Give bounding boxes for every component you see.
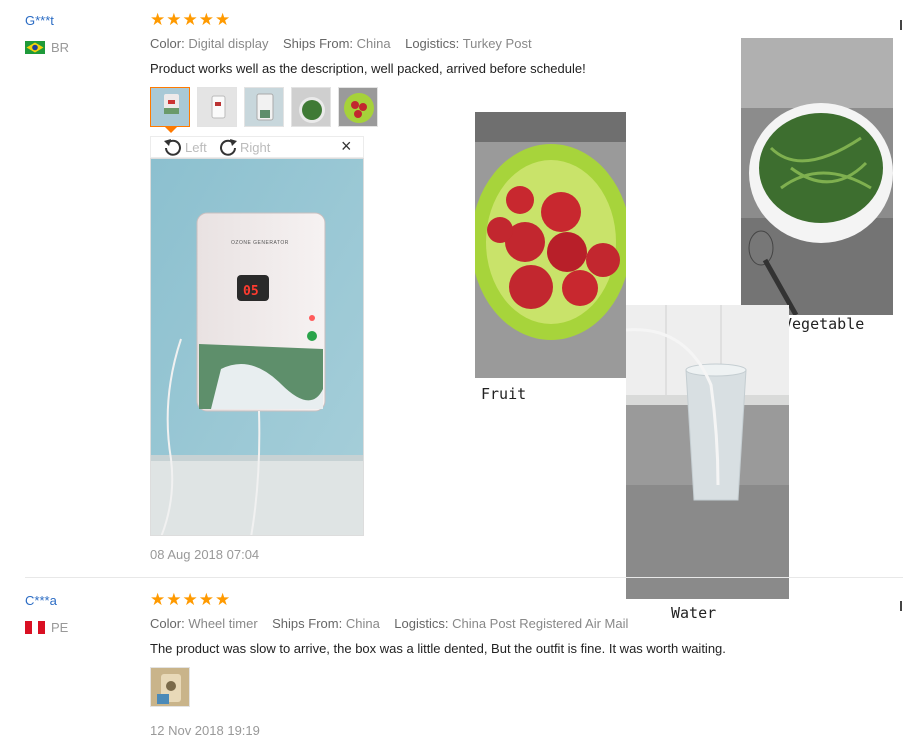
fruit-photo <box>475 112 626 378</box>
review-photo-thumb[interactable] <box>150 667 190 707</box>
selected-thumb-pointer <box>164 126 178 133</box>
fruit-caption: Fruit <box>481 385 527 403</box>
review-text: Product works well as the description, w… <box>150 61 586 76</box>
logistics-value: China Post Registered Air Mail <box>452 616 629 631</box>
peru-flag-icon <box>25 621 45 635</box>
photo-viewer-toolbar: Left Right × <box>150 136 364 158</box>
vegetable-photo <box>741 38 893 315</box>
rotate-right-button[interactable]: Right <box>240 140 270 155</box>
review-photo-thumb[interactable] <box>291 87 331 127</box>
review-photo-thumb[interactable] <box>244 87 284 127</box>
reviewer-country: PE <box>25 619 68 637</box>
color-value: Wheel timer <box>188 616 258 631</box>
ships-from-label: Ships From: <box>272 616 343 631</box>
brazil-flag-icon <box>25 41 45 55</box>
logistics-label: Logistics: <box>405 36 460 51</box>
water-caption: Water <box>671 604 717 622</box>
close-viewer-button[interactable]: × <box>341 136 352 157</box>
color-label: Color: <box>150 36 185 51</box>
reviewer-country: BR <box>25 39 69 57</box>
review-divider <box>25 577 903 578</box>
ships-from-value: China <box>345 616 380 631</box>
star-rating: ★★★★★ <box>150 590 232 609</box>
country-code: BR <box>51 40 70 55</box>
star-rating: ★★★★★ <box>150 10 232 29</box>
review-photo-thumb[interactable] <box>338 87 378 127</box>
review-text: The product was slow to arrive, the box … <box>150 641 726 656</box>
vegetable-caption: Vegetable <box>783 315 865 333</box>
order-attributes: Color: Wheel timer Ships From: China Log… <box>150 616 628 631</box>
device-brand-label: OZONE GENERATOR <box>231 240 289 246</box>
review-date: 12 Nov 2018 19:19 <box>150 723 260 738</box>
review-date: 08 Aug 2018 07:04 <box>150 547 260 562</box>
rotate-left-button[interactable]: Left <box>185 140 207 155</box>
logistics-label: Logistics: <box>394 616 449 631</box>
reviewer-name[interactable]: G***t <box>25 13 54 28</box>
order-attributes: Color: Digital display Ships From: China… <box>150 36 532 51</box>
review-photo-thumb[interactable] <box>197 87 237 127</box>
scroll-marker <box>900 20 902 30</box>
country-code: PE <box>51 620 69 635</box>
device-display-digits: 05 <box>243 284 259 299</box>
enlarged-review-photo: OZONE GENERATOR 05 <box>150 158 364 536</box>
color-label: Color: <box>150 616 185 631</box>
review-photo-thumb[interactable] <box>150 87 190 127</box>
logistics-value: Turkey Post <box>462 36 532 51</box>
color-value: Digital display <box>188 36 269 51</box>
ships-from-value: China <box>356 36 391 51</box>
water-photo <box>626 305 789 599</box>
scroll-marker <box>900 601 902 611</box>
reviewer-name[interactable]: C***a <box>25 593 57 608</box>
ships-from-label: Ships From: <box>282 36 354 51</box>
